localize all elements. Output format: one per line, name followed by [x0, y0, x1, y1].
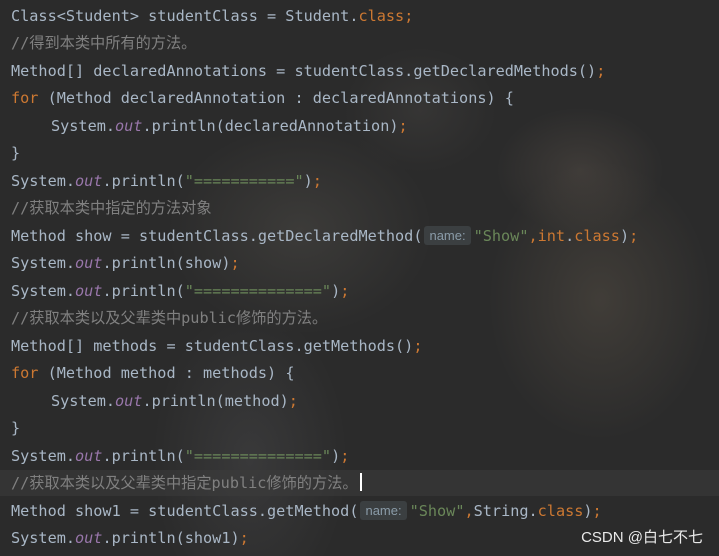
code-line-5[interactable]: System.out.println(declaredAnnotation); — [11, 113, 408, 139]
code-line-18[interactable]: //获取本类以及父辈类中指定public修饰的方法。 — [0, 470, 719, 496]
code-text: ) — [331, 282, 341, 300]
static-field: out — [75, 172, 103, 190]
code-line-1[interactable]: Class<Student> studentClass = Student.cl… — [11, 3, 413, 29]
static-field: out — [75, 447, 103, 465]
code-text: .println( — [102, 447, 185, 465]
code-text: ) — [619, 227, 630, 245]
comment: //得到本类中所有的方法。 — [11, 34, 197, 52]
code-line-16[interactable]: } — [11, 415, 20, 441]
code-text: .println(method) — [142, 392, 289, 410]
static-field: out — [75, 254, 103, 272]
string-literal: "===========" — [184, 172, 304, 190]
semicolon: ; — [230, 254, 240, 272]
code-text: .println(show) — [102, 254, 231, 272]
semicolon: ; — [288, 392, 298, 410]
semicolon: ; — [592, 502, 602, 520]
code-line-3[interactable]: Method[] declaredAnnotations = studentCl… — [11, 58, 605, 84]
code-text: (Method method : methods) { — [38, 364, 295, 382]
code-text: System. — [11, 254, 76, 272]
comma: , — [464, 502, 474, 520]
code-text: ) — [303, 172, 313, 190]
code-text: System. — [11, 172, 76, 190]
static-field: out — [75, 529, 103, 547]
semicolon: ; — [312, 172, 322, 190]
code-text: System. — [11, 529, 76, 547]
code-text: Method show1 = studentClass.getMethod( — [11, 502, 359, 520]
code-text: . — [565, 227, 575, 245]
code-text: } — [11, 419, 21, 437]
string-literal: "==============" — [184, 282, 332, 300]
static-field: out — [115, 117, 143, 135]
code-line-17[interactable]: System.out.println("=============="); — [11, 443, 349, 469]
keyword: for — [11, 364, 39, 382]
code-line-15[interactable]: System.out.println(method); — [11, 388, 298, 414]
code-text: System. — [11, 447, 76, 465]
csdn-watermark: CSDN @白七不七 — [581, 529, 703, 546]
code-text: ) — [583, 502, 593, 520]
string-literal: "Show" — [409, 502, 465, 520]
code-line-14[interactable]: for (Method method : methods) { — [11, 360, 294, 386]
code-line-8[interactable]: //获取本类中指定的方法对象 — [11, 195, 212, 221]
semicolon: ; — [596, 62, 606, 80]
comma: , — [528, 227, 538, 245]
semicolon: ; — [398, 117, 408, 135]
code-text: Method[] methods = studentClass.getMetho… — [11, 337, 414, 355]
string-literal: "==============" — [184, 447, 332, 465]
semicolon: ; — [340, 447, 350, 465]
code-text: Method show = studentClass.getDeclaredMe… — [11, 227, 423, 245]
comment: //获取本类以及父辈类中public修饰的方法。 — [11, 309, 328, 327]
code-line-19[interactable]: Method show1 = studentClass.getMethod(na… — [11, 498, 602, 524]
code-line-11[interactable]: System.out.println("=============="); — [11, 278, 349, 304]
static-field: out — [115, 392, 143, 410]
keyword: int — [537, 227, 566, 245]
code-text: .println(show1) — [102, 529, 240, 547]
semicolon: ; — [404, 7, 414, 25]
code-editor[interactable]: Class<Student> studentClass = Student.cl… — [0, 0, 719, 556]
keyword: for — [11, 89, 39, 107]
code-line-9[interactable]: Method show = studentClass.getDeclaredMe… — [11, 223, 638, 249]
code-text: .println( — [102, 282, 185, 300]
keyword: class — [537, 502, 584, 520]
code-line-2[interactable]: //得到本类中所有的方法。 — [11, 30, 196, 56]
comment: //获取本类中指定的方法对象 — [11, 199, 212, 217]
code-line-20[interactable]: System.out.println(show1); — [11, 525, 249, 551]
keyword: class — [358, 7, 405, 25]
parameter-hint: name: — [424, 226, 471, 245]
keyword: class — [574, 227, 620, 245]
code-text: String. — [473, 502, 538, 520]
semicolon: ; — [340, 282, 350, 300]
code-line-12[interactable]: //获取本类以及父辈类中public修饰的方法。 — [11, 305, 327, 331]
semicolon: ; — [629, 227, 639, 245]
code-line-6[interactable]: } — [11, 140, 20, 166]
static-field: out — [75, 282, 103, 300]
code-text: (Method declaredAnnotation : declaredAnn… — [38, 89, 514, 107]
semicolon: ; — [413, 337, 423, 355]
comment: //获取本类以及父辈类中指定public修饰的方法。 — [11, 474, 358, 492]
code-line-7[interactable]: System.out.println("==========="); — [11, 168, 322, 194]
code-text: .println(declaredAnnotation) — [142, 117, 399, 135]
code-text: Class<Student> studentClass = Student. — [11, 7, 359, 25]
code-text: } — [11, 144, 21, 162]
string-literal: "Show" — [473, 227, 529, 245]
code-line-10[interactable]: System.out.println(show); — [11, 250, 240, 276]
code-text: .println( — [102, 172, 185, 190]
code-line-4[interactable]: for (Method declaredAnnotation : declare… — [11, 85, 514, 111]
code-text: Method[] declaredAnnotations = studentCl… — [11, 62, 597, 80]
text-caret — [359, 473, 362, 491]
code-text: System. — [51, 117, 116, 135]
code-text: ) — [331, 447, 341, 465]
code-text: System. — [51, 392, 116, 410]
semicolon: ; — [239, 529, 249, 547]
parameter-hint: name: — [360, 501, 407, 520]
code-text: System. — [11, 282, 76, 300]
code-line-13[interactable]: Method[] methods = studentClass.getMetho… — [11, 333, 422, 359]
